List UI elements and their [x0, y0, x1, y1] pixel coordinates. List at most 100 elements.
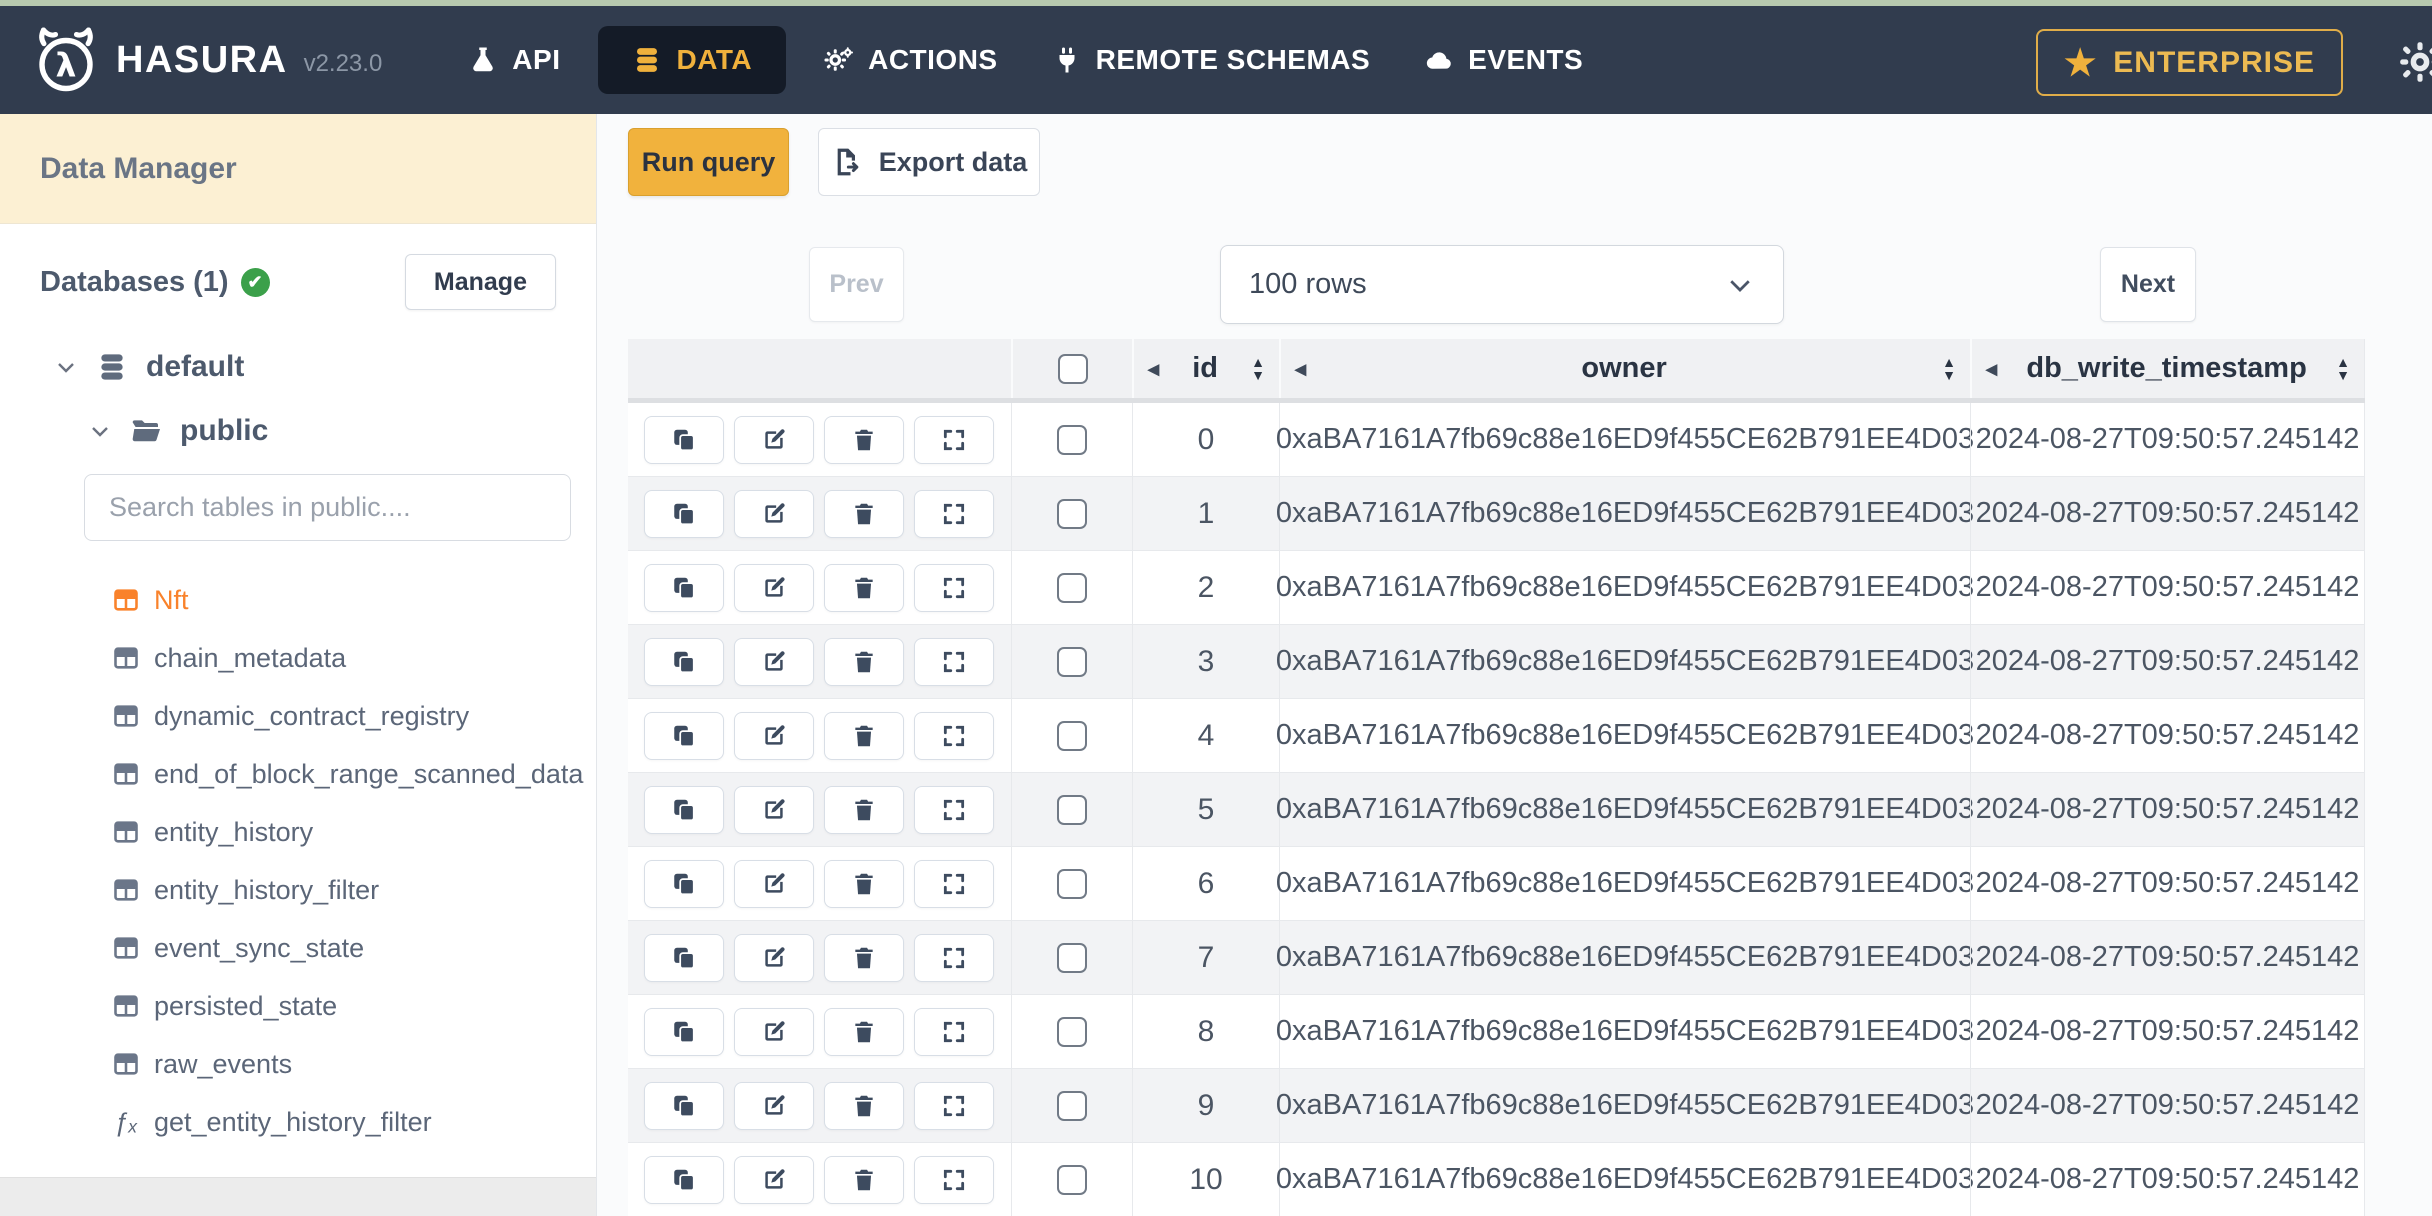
- expand-icon: [943, 1169, 965, 1190]
- delete-row-button[interactable]: [824, 1155, 904, 1204]
- sidebar-table-item[interactable]: chain_metadata: [112, 629, 596, 687]
- edit-row-button[interactable]: [734, 563, 814, 612]
- sidebar-table-item[interactable]: entity_history: [112, 803, 596, 861]
- clone-row-button[interactable]: [644, 1007, 724, 1056]
- manage-button[interactable]: Manage: [404, 254, 556, 310]
- settings-gear-icon[interactable]: [2398, 40, 2432, 84]
- expand-row-button[interactable]: [914, 1081, 994, 1130]
- run-query-button[interactable]: Run query: [628, 128, 789, 196]
- sidebar-table-item[interactable]: persisted_state: [112, 977, 596, 1035]
- trash-icon: [855, 947, 873, 968]
- chevron-down-icon[interactable]: [54, 355, 78, 379]
- edit-row-button[interactable]: [734, 1155, 814, 1204]
- copy-icon: [674, 1169, 695, 1191]
- clone-row-button[interactable]: [644, 1081, 724, 1130]
- clone-row-button[interactable]: [644, 711, 724, 760]
- delete-row-button[interactable]: [824, 785, 904, 834]
- edit-row-button[interactable]: [734, 637, 814, 686]
- row-checkbox[interactable]: [1057, 942, 1087, 973]
- sidebar-table-label: dynamic_contract_registry: [154, 700, 470, 731]
- select-all-checkbox[interactable]: [1057, 353, 1088, 384]
- header-column-id[interactable]: ◂ id ▲ ▼: [1132, 339, 1279, 398]
- row-checkbox[interactable]: [1057, 720, 1087, 751]
- expand-row-button[interactable]: [914, 563, 994, 612]
- sidebar-table-item[interactable]: raw_events: [112, 1035, 596, 1093]
- delete-row-button[interactable]: [824, 933, 904, 982]
- clone-row-button[interactable]: [644, 1155, 724, 1204]
- header-column-owner[interactable]: ◂ owner ▲ ▼: [1279, 339, 1970, 398]
- chevron-down-icon[interactable]: [88, 419, 112, 443]
- collapse-column-icon[interactable]: ◂: [1148, 357, 1159, 380]
- delete-row-button[interactable]: [824, 637, 904, 686]
- nav-item-api[interactable]: API: [452, 26, 576, 94]
- expand-row-button[interactable]: [914, 489, 994, 538]
- nav-item-actions[interactable]: ACTIONS: [808, 26, 1014, 94]
- clone-row-button[interactable]: [644, 489, 724, 538]
- hasura-logo[interactable]: λ HASURA v2.23.0: [30, 24, 382, 96]
- sidebar-table-item[interactable]: end_of_block_range_scanned_data: [112, 745, 596, 803]
- tree-node-database[interactable]: default: [0, 350, 596, 384]
- nav-item-remote-schemas[interactable]: REMOTE SCHEMAS: [1036, 26, 1387, 94]
- expand-row-button[interactable]: [914, 1007, 994, 1056]
- row-checkbox[interactable]: [1057, 794, 1087, 825]
- edit-row-button[interactable]: [734, 933, 814, 982]
- nav-item-events[interactable]: EVENTS: [1408, 26, 1599, 94]
- clone-row-button[interactable]: [644, 415, 724, 464]
- edit-row-button[interactable]: [734, 711, 814, 760]
- tree-node-schema[interactable]: public: [0, 414, 596, 448]
- clone-row-button[interactable]: [644, 563, 724, 612]
- expand-row-button[interactable]: [914, 1155, 994, 1204]
- delete-row-button[interactable]: [824, 415, 904, 464]
- header-column-db-write-timestamp[interactable]: ◂ db_write_timestamp ▲ ▼: [1970, 339, 2365, 398]
- delete-row-button[interactable]: [824, 859, 904, 908]
- delete-row-button[interactable]: [824, 563, 904, 612]
- toolbar: Run query Export data: [628, 128, 2432, 196]
- edit-row-button[interactable]: [734, 415, 814, 464]
- expand-row-button[interactable]: [914, 415, 994, 464]
- delete-row-button[interactable]: [824, 1007, 904, 1056]
- nav-item-data[interactable]: DATA: [598, 26, 787, 94]
- edit-row-button[interactable]: [734, 489, 814, 538]
- collapse-column-icon[interactable]: ◂: [1986, 357, 1997, 380]
- sidebar-function-item[interactable]: ƒₓ get_entity_history_filter: [112, 1093, 596, 1151]
- clone-row-button[interactable]: [644, 785, 724, 834]
- sidebar-table-item[interactable]: dynamic_contract_registry: [112, 687, 596, 745]
- cell-db-write-timestamp: 2024-08-27T09:50:57.245142: [1970, 921, 2365, 994]
- collapse-column-icon[interactable]: ◂: [1295, 357, 1306, 380]
- expand-row-button[interactable]: [914, 711, 994, 760]
- edit-row-button[interactable]: [734, 1081, 814, 1130]
- delete-row-button[interactable]: [824, 489, 904, 538]
- cell-id: 0: [1132, 403, 1279, 476]
- delete-row-button[interactable]: [824, 711, 904, 760]
- row-checkbox[interactable]: [1057, 868, 1087, 899]
- sidebar-table-item[interactable]: Nft: [112, 571, 596, 629]
- edit-row-button[interactable]: [734, 785, 814, 834]
- delete-row-button[interactable]: [824, 1081, 904, 1130]
- prev-page-button[interactable]: Prev: [809, 247, 904, 322]
- row-checkbox[interactable]: [1057, 498, 1087, 529]
- expand-row-button[interactable]: [914, 637, 994, 686]
- clone-row-button[interactable]: [644, 637, 724, 686]
- export-data-button[interactable]: Export data: [818, 128, 1040, 196]
- clone-row-button[interactable]: [644, 859, 724, 908]
- row-checkbox[interactable]: [1057, 424, 1087, 455]
- sidebar-table-item[interactable]: event_sync_state: [112, 919, 596, 977]
- row-checkbox[interactable]: [1057, 1164, 1087, 1195]
- trash-icon: [855, 429, 873, 450]
- next-page-button[interactable]: Next: [2100, 247, 2196, 322]
- edit-row-button[interactable]: [734, 859, 814, 908]
- row-checkbox[interactable]: [1057, 1016, 1087, 1047]
- edit-row-button[interactable]: [734, 1007, 814, 1056]
- expand-row-button[interactable]: [914, 785, 994, 834]
- sidebar-table-item[interactable]: entity_history_filter: [112, 861, 596, 919]
- expand-row-button[interactable]: [914, 859, 994, 908]
- clone-row-button[interactable]: [644, 933, 724, 982]
- row-checkbox[interactable]: [1057, 572, 1087, 603]
- enterprise-button[interactable]: ★ ENTERPRISE: [2036, 29, 2343, 96]
- expand-row-button[interactable]: [914, 933, 994, 982]
- row-checkbox[interactable]: [1057, 646, 1087, 677]
- row-checkbox[interactable]: [1057, 1090, 1087, 1121]
- search-tables-input[interactable]: [84, 474, 571, 541]
- sidebar: Data Manager Databases (1) ✔ Manage defa…: [0, 114, 597, 1216]
- rows-per-page-select[interactable]: 100 rows: [1220, 245, 1784, 324]
